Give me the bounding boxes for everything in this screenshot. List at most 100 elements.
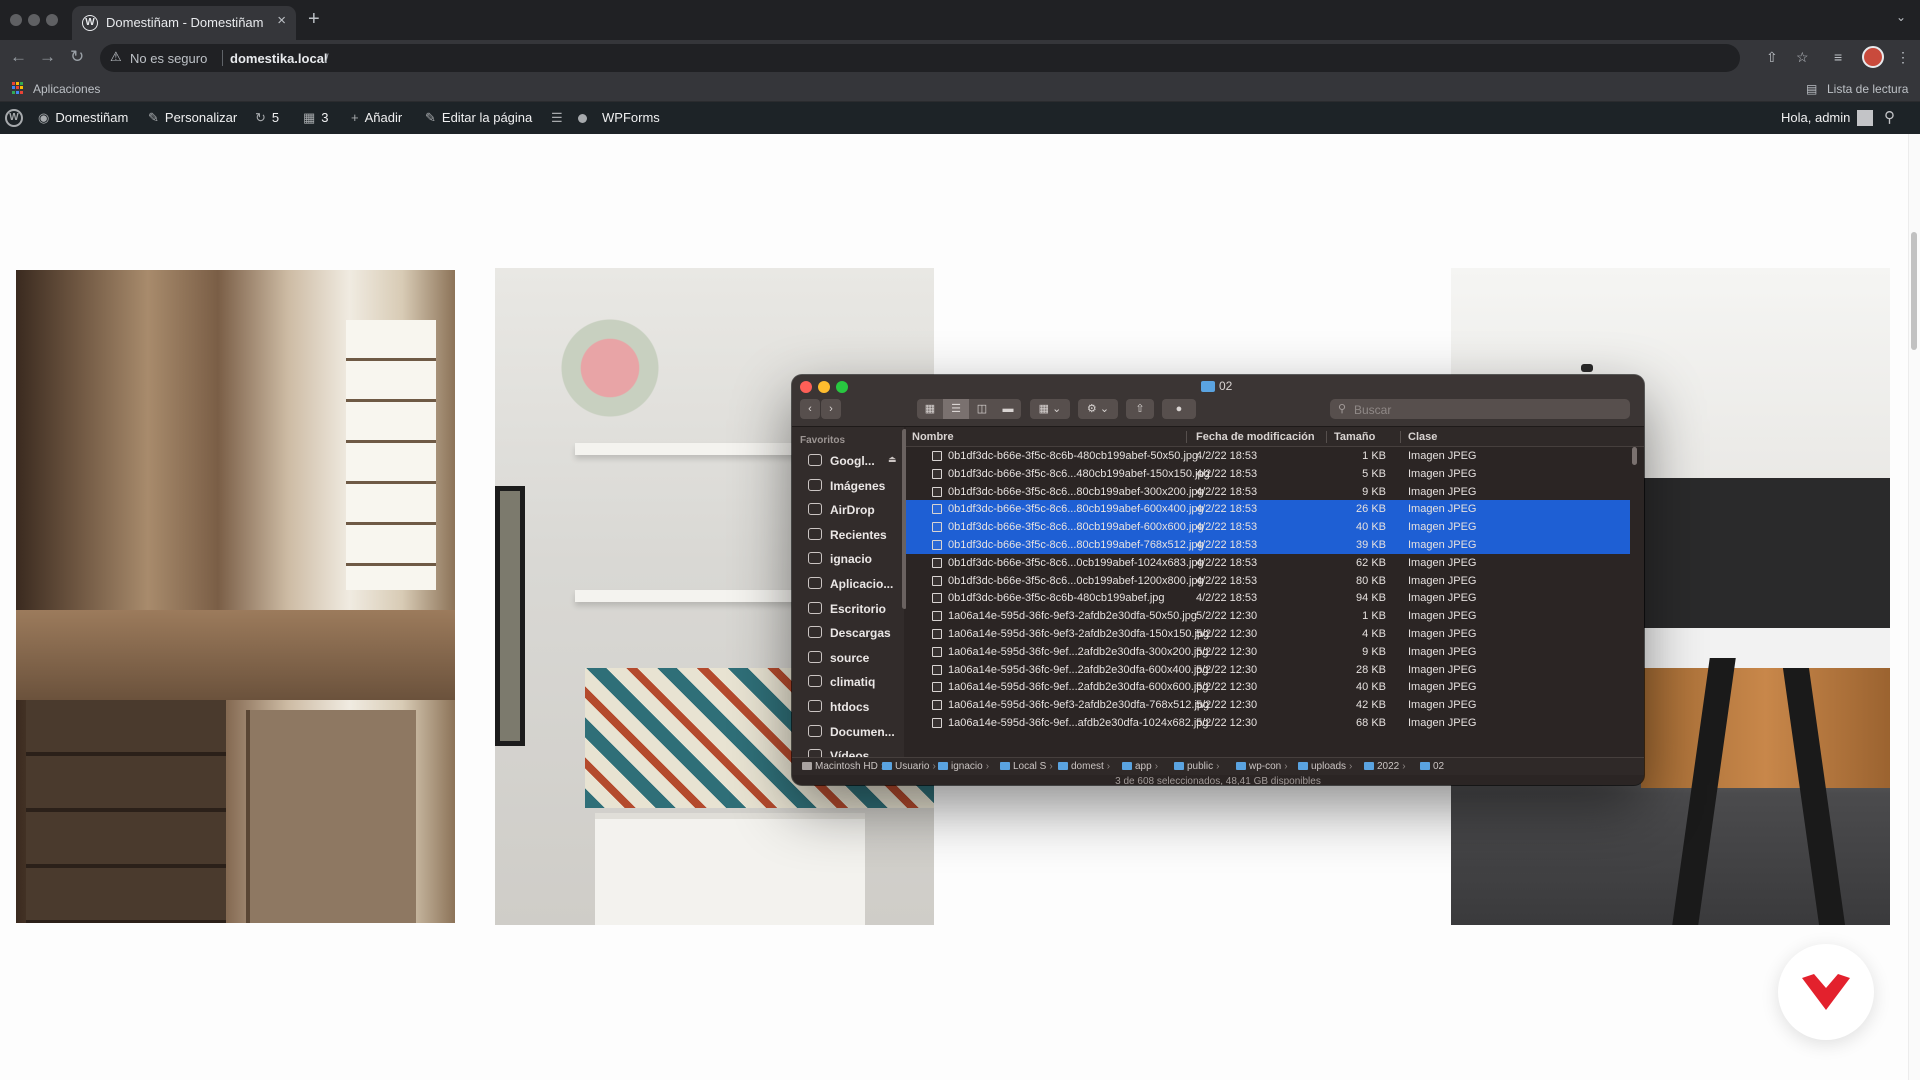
yoast-seo-icon[interactable]: ☰ [551, 102, 569, 134]
path-crumb[interactable]: ignacio › [938, 761, 992, 772]
file-row[interactable]: 1a06a14e-595d-36fc-9ef...2afdb2e30dfa-30… [906, 643, 1630, 661]
column-name[interactable]: Nombre [912, 431, 954, 443]
icon-view-icon[interactable]: ▦ [917, 399, 943, 419]
list-view-icon[interactable]: ☰ [943, 399, 969, 419]
wp-add-new[interactable]: + Añadir [351, 102, 402, 134]
wordpress-logo-icon[interactable]: W [5, 109, 23, 127]
file-row[interactable]: 0b1df3dc-b66e-3f5c-8c6...0cb199abef-1200… [906, 572, 1630, 590]
wp-edit-page[interactable]: ✎ Editar la página [425, 102, 532, 134]
reading-list-bookmark-icon[interactable]: ▤ [1806, 82, 1817, 96]
finder-back-button[interactable]: ‹ [800, 399, 820, 419]
wp-wpforms[interactable]: WPForms [602, 102, 660, 134]
file-row[interactable]: 1a06a14e-595d-36fc-9ef3-2afdb2e30dfa-50x… [906, 607, 1630, 625]
wp-site-name[interactable]: ◉ Domestiñam [38, 102, 128, 134]
gallery-view-icon[interactable]: ▬ [995, 399, 1021, 419]
tab-search-chevron-icon[interactable]: ⌄ [1896, 10, 1906, 24]
sidebar-item[interactable]: Documen... [792, 720, 904, 744]
sidebar-item[interactable]: Googl... ⏏ [792, 449, 904, 473]
column-size[interactable]: Tamaño [1334, 431, 1375, 443]
finder-close-button[interactable] [800, 381, 812, 393]
window-zoom-button[interactable] [46, 14, 58, 26]
column-view-icon[interactable]: ◫ [969, 399, 995, 419]
sidebar-item[interactable]: AirDrop [792, 498, 904, 522]
sidebar-item[interactable]: Aplicacio... [792, 572, 904, 596]
wp-customize[interactable]: ✎ Personalizar [148, 102, 237, 134]
bookmark-star-icon[interactable]: ☆ [1796, 49, 1809, 66]
sidebar-item[interactable]: Escritorio [792, 597, 904, 621]
finder-window[interactable]: 02 ‹ › ▦ ☰ ◫ ▬ ▦ ⌄ ⚙ ⌄ ⇧ ● ⚲ Buscar Favo… [792, 375, 1644, 785]
finder-search-input[interactable]: ⚲ Buscar [1330, 399, 1630, 419]
tags-icon[interactable]: ● [1162, 399, 1196, 419]
address-bar[interactable]: ⚠ No es seguro domestika.local / [100, 44, 1740, 72]
security-label[interactable]: No es seguro [130, 51, 207, 66]
window-close-button[interactable] [10, 14, 22, 26]
wp-updates[interactable]: ↻ 5 [255, 102, 279, 134]
path-crumb[interactable]: public › [1174, 761, 1222, 772]
gallery-image-rustic-kitchen[interactable] [16, 270, 455, 923]
search-icon[interactable]: ⚲ [1884, 102, 1895, 134]
finder-forward-button[interactable]: › [821, 399, 841, 419]
file-row[interactable]: 1a06a14e-595d-36fc-9ef...2afdb2e30dfa-60… [906, 661, 1630, 679]
finder-titlebar[interactable]: 02 ‹ › ▦ ☰ ◫ ▬ ▦ ⌄ ⚙ ⌄ ⇧ ● ⚲ Buscar [792, 375, 1644, 427]
sidebar-item[interactable]: Recientes [792, 523, 904, 547]
page-scroll-thumb[interactable] [1911, 232, 1917, 350]
path-crumb[interactable]: 02 [1420, 761, 1444, 772]
file-row[interactable]: 0b1df3dc-b66e-3f5c-8c6b-480cb199abef.jpg… [906, 589, 1630, 607]
bookmark-reading-list[interactable]: Lista de lectura [1827, 82, 1908, 96]
browser-tab[interactable]: W Domestiñam - Domestiñam × [72, 6, 296, 40]
path-crumb[interactable]: domest › [1058, 761, 1113, 772]
wp-greeting[interactable]: Hola, admin [1781, 102, 1850, 134]
column-modified[interactable]: Fecha de modificación [1196, 431, 1315, 443]
path-crumb[interactable]: wp-con › [1236, 761, 1291, 772]
file-row[interactable]: 0b1df3dc-b66e-3f5c-8c6...480cb199abef-15… [906, 465, 1630, 483]
view-mode-segmented-control[interactable]: ▦ ☰ ◫ ▬ [917, 399, 1021, 419]
finder-zoom-button[interactable] [836, 381, 848, 393]
share-icon[interactable]: ⇧ [1766, 49, 1778, 66]
column-kind[interactable]: Clase [1408, 431, 1437, 443]
path-crumb[interactable]: uploads › [1298, 761, 1355, 772]
path-crumb[interactable]: 2022 › [1364, 761, 1409, 772]
profile-avatar[interactable] [1862, 46, 1884, 68]
window-minimize-button[interactable] [28, 14, 40, 26]
sidebar-item[interactable]: ignacio [792, 547, 904, 571]
reading-list-icon[interactable]: ≡ [1834, 49, 1842, 65]
sidebar-item[interactable]: source [792, 646, 904, 670]
path-crumb[interactable]: Local S › [1000, 761, 1056, 772]
share-icon[interactable]: ⇧ [1126, 399, 1154, 419]
forward-arrow-icon[interactable]: → [39, 47, 56, 67]
file-row[interactable]: 1a06a14e-595d-36fc-9ef...2afdb2e30dfa-60… [906, 678, 1630, 696]
file-row[interactable]: 0b1df3dc-b66e-3f5c-8c6...80cb199abef-600… [906, 518, 1630, 536]
domestika-logo-button[interactable] [1778, 944, 1874, 1040]
file-row[interactable]: 1a06a14e-595d-36fc-9ef...afdb2e30dfa-102… [906, 714, 1630, 732]
sidebar-item[interactable]: Imágenes [792, 474, 904, 498]
apps-grid-icon[interactable] [12, 82, 24, 94]
not-secure-warning-icon[interactable]: ⚠ [110, 49, 122, 65]
sidebar-item[interactable]: Descargas [792, 621, 904, 645]
file-row[interactable]: 0b1df3dc-b66e-3f5c-8c6...80cb199abef-300… [906, 483, 1630, 501]
file-list-scrollbar[interactable] [1632, 447, 1637, 465]
new-tab-button[interactable]: + [308, 8, 320, 31]
path-crumb[interactable]: app › [1122, 761, 1161, 772]
group-by-dropdown[interactable]: ▦ ⌄ [1030, 399, 1070, 419]
wp-comments[interactable]: ▦ 3 [303, 102, 329, 134]
file-row[interactable]: 0b1df3dc-b66e-3f5c-8c6b-480cb199abef-50x… [906, 447, 1630, 465]
admin-avatar[interactable] [1857, 110, 1873, 126]
back-arrow-icon[interactable]: ← [10, 47, 27, 67]
reload-icon[interactable]: ↻ [70, 47, 84, 67]
tab-close-icon[interactable]: × [277, 12, 286, 29]
file-row[interactable]: 1a06a14e-595d-36fc-9ef3-2afdb2e30dfa-768… [906, 696, 1630, 714]
file-row[interactable]: 0b1df3dc-b66e-3f5c-8c6...80cb199abef-600… [906, 500, 1630, 519]
action-gear-dropdown[interactable]: ⚙ ⌄ [1078, 399, 1118, 419]
bookmark-apps[interactable]: Aplicaciones [33, 82, 100, 96]
path-crumb[interactable]: Usuario › [882, 761, 939, 772]
file-row[interactable]: 0b1df3dc-b66e-3f5c-8c6...0cb199abef-1024… [906, 554, 1630, 572]
file-row[interactable]: 1a06a14e-595d-36fc-9ef3-2afdb2e30dfa-150… [906, 625, 1630, 643]
eject-icon[interactable]: ⏏ [888, 454, 897, 465]
path-crumb[interactable]: Macintosh HD› [802, 761, 887, 772]
jpeg-file-icon [932, 700, 942, 711]
sidebar-item[interactable]: climatiq [792, 670, 904, 694]
file-row[interactable]: 0b1df3dc-b66e-3f5c-8c6...80cb199abef-768… [906, 535, 1630, 554]
browser-menu-icon[interactable]: ⋮ [1896, 49, 1910, 66]
sidebar-item[interactable]: htdocs [792, 695, 904, 719]
finder-minimize-button[interactable] [818, 381, 830, 393]
